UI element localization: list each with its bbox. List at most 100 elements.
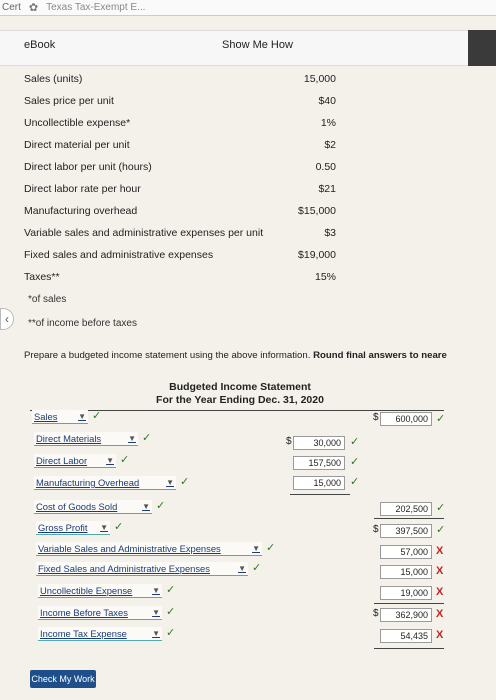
show-me-how-link[interactable]: Show Me How	[222, 39, 293, 51]
direct-materials-amount-check-icon: ✓	[350, 436, 360, 448]
param-row: Fixed sales and administrative expenses …	[24, 246, 354, 264]
ebook-link[interactable]: eBook	[24, 39, 55, 51]
param-value: 0.50	[315, 161, 336, 173]
income-before-taxes-label-check-icon: ✓	[166, 606, 176, 618]
chevron-left-icon[interactable]: ‹	[0, 308, 14, 330]
chevron-down-icon: ▼	[152, 608, 160, 617]
income-before-taxes-amount-cross-icon: X	[436, 608, 444, 620]
browser-tab-strip: Cert ✿ Texas Tax-Exempt E...	[0, 0, 496, 16]
ebook-toolbar: eBook Show Me How	[0, 30, 496, 66]
param-row: Manufacturing overhead $15,000	[24, 202, 354, 220]
direct-labor-amount-input[interactable]: 157,500	[293, 456, 345, 470]
chevron-down-icon: ▼	[252, 544, 260, 553]
param-value: 15,000	[303, 73, 336, 85]
chevron-down-icon: ▼	[152, 586, 160, 595]
sales-amount-check-icon: ✓	[436, 413, 446, 425]
param-value: 15%	[314, 271, 336, 283]
variable-sa-label-check-icon: ✓	[266, 542, 276, 554]
tab-favicon-icon: ✿	[28, 2, 39, 14]
param-row: Direct material per unit $2	[24, 136, 354, 154]
instructions-text: Prepare a budgeted income statement usin…	[24, 350, 314, 361]
param-row: Taxes** 15%	[24, 268, 354, 286]
uncollectible-amount-input[interactable]: 19,000	[380, 586, 432, 600]
direct-labor-label-check-icon: ✓	[120, 454, 130, 466]
gross-profit-amount-input[interactable]: 397,500	[380, 524, 432, 538]
gross-profit-label-check-icon: ✓	[114, 521, 124, 533]
param-label: Uncollectible expense*	[24, 117, 131, 129]
direct-labor-amount-check-icon: ✓	[350, 456, 360, 468]
fixed-sa-label-check-icon: ✓	[252, 562, 262, 574]
fixed-sa-expenses-select[interactable]: Fixed Sales and Administrative Expenses ▼	[36, 562, 248, 576]
param-row: Sales price per unit $40	[24, 92, 354, 110]
statement-subtitle: For the Year Ending Dec. 31, 2020	[156, 394, 324, 406]
param-label: Sales price per unit	[24, 95, 114, 107]
param-label: Direct material per unit	[24, 139, 130, 151]
direct-materials-amount-input[interactable]: 30,000	[293, 436, 345, 450]
param-value: $15,000	[298, 205, 336, 217]
param-row: Variable sales and administrative expens…	[24, 224, 354, 242]
cost-of-goods-sold-select[interactable]: Cost of Goods Sold ▼	[34, 500, 152, 514]
currency-symbol: $	[286, 436, 292, 447]
param-label: Direct labor per unit (hours)	[24, 161, 152, 173]
manufacturing-overhead-amount-input[interactable]: 15,000	[293, 476, 345, 490]
chevron-down-icon: ▼	[142, 502, 150, 511]
income-tax-expense-amount-input[interactable]: 54,435	[380, 629, 432, 643]
manufacturing-overhead-amount-check-icon: ✓	[350, 476, 360, 488]
chevron-down-icon: ▼	[238, 564, 246, 573]
footnote-income: **of income before taxes	[28, 318, 137, 329]
fixed-sa-amount-input[interactable]: 15,000	[380, 565, 432, 579]
income-tax-expense-label-check-icon: ✓	[166, 627, 176, 639]
income-before-taxes-select-label: Income Before Taxes	[40, 607, 128, 618]
chevron-down-icon: ▼	[166, 478, 174, 487]
direct-materials-select[interactable]: Direct Materials ▼	[34, 432, 138, 446]
param-value: 1%	[320, 117, 336, 129]
browser-tab-title[interactable]: Texas Tax-Exempt E...	[46, 2, 145, 13]
currency-symbol: $	[373, 524, 379, 535]
param-row: Direct labor per unit (hours) 0.50	[24, 158, 354, 176]
income-tax-expense-amount-cross-icon: X	[436, 629, 444, 641]
toolbar-dark-edge	[468, 30, 496, 66]
income-before-taxes-select[interactable]: Income Before Taxes ▼	[38, 606, 162, 620]
fixed-sa-amount-cross-icon: X	[436, 565, 444, 577]
currency-symbol: $	[373, 412, 379, 423]
param-row: Sales (units) 15,000	[24, 70, 354, 88]
sales-select[interactable]: Sales ▼	[32, 410, 88, 424]
income-before-taxes-amount-input[interactable]: 362,900	[380, 608, 432, 622]
direct-labor-select[interactable]: Direct Labor ▼	[34, 454, 116, 468]
footnote-sales: *of sales	[28, 294, 67, 305]
sales-amount-input[interactable]: 600,000	[380, 412, 432, 426]
chevron-down-icon: ▼	[100, 523, 108, 532]
subtotal-rule	[374, 518, 444, 519]
uncollectible-expense-select[interactable]: Uncollectible Expense ▼	[38, 584, 162, 598]
direct-materials-select-label: Direct Materials	[36, 433, 102, 444]
param-row: Uncollectible expense* 1%	[24, 114, 354, 132]
manufacturing-overhead-select[interactable]: Manufacturing Overhead ▼	[34, 476, 176, 490]
manufacturing-overhead-label-check-icon: ✓	[180, 476, 190, 488]
variable-sa-amount-input[interactable]: 57,000	[380, 545, 432, 559]
subtotal-rule	[374, 603, 444, 604]
browser-left-text: Cert	[2, 2, 21, 13]
sales-label-check-icon: ✓	[92, 410, 102, 422]
param-label: Fixed sales and administrative expenses	[24, 249, 214, 261]
variable-sa-expenses-select[interactable]: Variable Sales and Administrative Expens…	[36, 542, 262, 556]
sales-select-label: Sales	[34, 411, 58, 422]
variable-sa-amount-cross-icon: X	[436, 545, 444, 557]
income-tax-expense-select[interactable]: Income Tax Expense ▼	[38, 627, 162, 641]
check-my-work-button[interactable]: Check My Work	[30, 670, 96, 688]
direct-materials-label-check-icon: ✓	[142, 432, 152, 444]
cost-of-goods-sold-amount-input[interactable]: 202,500	[380, 502, 432, 516]
param-value: $21	[318, 183, 336, 195]
income-tax-expense-select-label: Income Tax Expense	[40, 628, 127, 639]
subtotal-rule	[290, 494, 350, 495]
statement-title: Budgeted Income Statement	[169, 381, 311, 393]
manufacturing-overhead-select-label: Manufacturing Overhead	[36, 477, 140, 488]
gross-profit-select-label: Gross Profit	[38, 522, 88, 533]
subtotal-rule	[374, 648, 444, 649]
instructions-bold: Round final answers to neare	[313, 350, 447, 361]
param-label: Variable sales and administrative expens…	[24, 227, 264, 239]
gross-profit-amount-check-icon: ✓	[436, 524, 446, 536]
direct-labor-select-label: Direct Labor	[36, 455, 88, 466]
gross-profit-select[interactable]: Gross Profit ▼	[36, 521, 110, 535]
chevron-down-icon: ▼	[78, 412, 86, 421]
fixed-sa-expenses-select-label: Fixed Sales and Administrative Expenses	[38, 563, 210, 574]
